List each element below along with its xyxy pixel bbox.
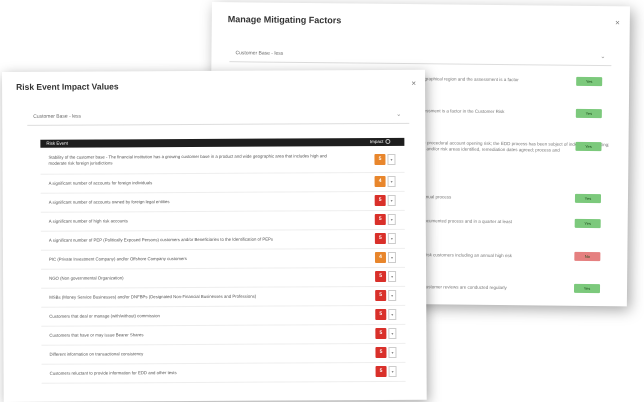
impact-dropdown[interactable]: ▾ — [387, 175, 396, 187]
close-icon[interactable]: × — [615, 18, 620, 27]
risk-event-text: Customers reluctant to provide informati… — [49, 370, 177, 376]
dropdown-value: Customer Base - less — [235, 50, 284, 57]
impact-badge: 5 — [374, 194, 386, 207]
mitigating-factor-toggle[interactable]: Yes — [574, 193, 602, 204]
table-row: NGO (Non governmental Organization) 5 ▾ — [41, 267, 406, 289]
risk-event-text: Customers that have or may issue Bearer … — [49, 332, 144, 338]
dialog-title: Risk Event Impact Values — [16, 81, 119, 92]
impact-dropdown[interactable]: ▾ — [388, 270, 397, 282]
impact-badge: 5 — [375, 270, 387, 283]
impact-badge: 5 — [375, 346, 387, 359]
mitigating-factor-toggle[interactable]: Yes — [576, 76, 603, 87]
impact-dropdown[interactable]: ▾ — [387, 153, 396, 165]
chevron-down-icon: ⌄ — [600, 54, 606, 61]
table-row: A significant number of accounts for for… — [40, 172, 405, 194]
table-row: Customers that have or may issue Bearer … — [41, 324, 406, 346]
impact-dropdown[interactable]: ▾ — [387, 232, 396, 244]
impact-dropdown[interactable]: ▾ — [388, 365, 397, 377]
impact-badge: 4 — [374, 251, 387, 264]
risk-event-text: Different information on transactional c… — [49, 351, 144, 357]
mitigating-factor-toggle[interactable]: Yes — [573, 283, 601, 294]
risk-event-text: Stability of the customer base - The fin… — [48, 153, 327, 166]
mitigating-factor-toggle[interactable]: Yes — [575, 108, 602, 119]
impact-badge: 5 — [375, 289, 387, 302]
mitigating-factor-toggle[interactable]: Yes — [574, 218, 601, 229]
chevron-down-icon: ⌄ — [396, 111, 402, 118]
risk-event-text: Customers that deal or manage (with/with… — [49, 313, 160, 319]
impact-dropdown[interactable]: ▾ — [388, 289, 397, 301]
impact-badge: 5 — [375, 308, 387, 321]
risk-event-column-header: Risk Event — [46, 140, 68, 146]
risk-event-text: MSBs (Money Service Businesses) and/or D… — [49, 293, 257, 300]
customer-base-dropdown[interactable]: Customer Base - less ⌄ — [229, 44, 612, 67]
mitigating-factor-toggle[interactable]: No — [574, 251, 601, 262]
table-row: MSBs (Money Service Businesses) and/or D… — [41, 286, 406, 308]
table-row: Different information on transactional c… — [41, 343, 406, 365]
table-row: A significant number of accounts owned b… — [40, 191, 405, 213]
mitigating-factor-toggle[interactable]: Yes — [575, 141, 602, 152]
table-row: Customers that deal or manage (with/with… — [41, 305, 406, 327]
impact-badge: 5 — [374, 232, 386, 245]
impact-dropdown[interactable]: ▾ — [388, 327, 397, 339]
table-row: A significant number of PEP (Politically… — [40, 229, 405, 251]
impact-dropdown[interactable]: ▾ — [387, 251, 397, 263]
table-row: Customers reluctant to provide informati… — [41, 362, 406, 384]
risk-event-text: PIC (Private Investment Company) and/or … — [48, 256, 187, 262]
impact-dropdown[interactable]: ▾ — [388, 346, 397, 358]
impact-badge: 5 — [375, 327, 387, 340]
risk-event-text: A significant number of accounts for for… — [48, 180, 153, 186]
impact-column-header: Impact — [370, 138, 391, 146]
impact-dropdown[interactable]: ▾ — [387, 194, 396, 206]
info-icon — [385, 139, 391, 145]
risk-event-impact-values-dialog: Risk Event Impact Values × Customer Base… — [2, 69, 427, 402]
dialog-title: Manage Mitigating Factors — [227, 14, 342, 26]
impact-dropdown[interactable]: ▾ — [387, 213, 396, 225]
risk-event-text: A significant number of PEP (Politically… — [48, 236, 274, 243]
risk-event-text: A significant number of accounts owned b… — [48, 199, 170, 205]
close-icon[interactable]: × — [411, 79, 416, 88]
risk-event-text: A significant number of high risk accoun… — [48, 218, 128, 224]
impact-badge: 5 — [374, 153, 386, 166]
risk-table-header: Risk Event Impact — [40, 137, 405, 148]
impact-badge: 5 — [374, 213, 386, 226]
impact-dropdown[interactable]: ▾ — [388, 308, 397, 320]
impact-header-label: Impact — [369, 139, 384, 145]
impact-badge: 5 — [375, 365, 387, 378]
customer-base-dropdown[interactable]: Customer Base - less ⌄ — [27, 105, 410, 126]
impact-badge: 4 — [374, 175, 386, 188]
table-row: PIC (Private Investment Company) and/or … — [40, 248, 406, 270]
table-row: Stability of the customer base - The fin… — [40, 147, 405, 175]
table-row: A significant number of high risk accoun… — [40, 210, 405, 232]
risk-event-text: NGO (Non governmental Organization) — [49, 275, 124, 281]
dropdown-value: Customer Base - less — [33, 113, 82, 120]
